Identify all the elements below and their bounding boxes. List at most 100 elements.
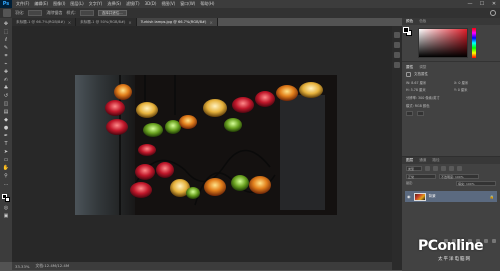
blur-tool-icon[interactable]: ◆ — [3, 118, 10, 123]
history-panel-icon[interactable] — [394, 32, 400, 38]
tab-paths[interactable]: 路径 — [432, 158, 439, 163]
watermark-brand: PConline — [418, 238, 484, 254]
properties-panel-icon[interactable] — [394, 42, 400, 48]
quick-mask-icon[interactable]: ◎ — [3, 206, 10, 211]
eyedropper-tool-icon[interactable]: ⌁ — [3, 62, 10, 67]
filter-shape-icon[interactable] — [449, 166, 454, 171]
style-label: 样式: — [66, 10, 76, 15]
menu-item-type[interactable]: 文字(Y) — [89, 1, 103, 7]
height-field[interactable]: H: 5.78 厘米 — [406, 87, 448, 92]
close-button[interactable]: ✕ — [490, 0, 498, 8]
adjustments-panel-icon[interactable] — [394, 52, 400, 58]
tab-channels[interactable]: 通道 — [419, 158, 426, 163]
select-and-mask-button[interactable]: 选择并遮住... — [97, 10, 127, 16]
layer-filter-select[interactable]: 类型 — [406, 166, 422, 171]
zoom-tool-icon[interactable]: ⚲ — [3, 174, 10, 179]
hue-slider[interactable] — [472, 28, 476, 58]
grid-button[interactable] — [417, 111, 424, 116]
menu-item-help[interactable]: 帮助(H) — [200, 1, 214, 7]
gradient-tool-icon[interactable]: ▤ — [3, 110, 10, 115]
menu-item-3d[interactable]: 3D(D) — [145, 1, 157, 7]
layer-name[interactable]: 背景 — [429, 194, 436, 199]
new-layer-icon[interactable] — [484, 239, 488, 243]
watermark-sub: 太平洋电脑网 — [438, 257, 471, 262]
menu-item-layer[interactable]: 图层(L) — [70, 1, 83, 7]
fill-field[interactable]: 填充: 100% — [456, 181, 496, 186]
minimize-button[interactable]: — — [466, 0, 474, 8]
blend-mode-select[interactable]: 正常 — [406, 174, 436, 179]
style-select[interactable] — [79, 10, 94, 16]
menu-item-edit[interactable]: 编辑(E) — [34, 1, 48, 7]
type-tool-icon[interactable]: T — [3, 142, 10, 147]
properties-title: 文档属性 — [414, 72, 428, 76]
tab-layers[interactable]: 图层 — [406, 158, 413, 163]
tab-document-3[interactable]: Turkish lamps.jpg @ 66.7%(RGB/8#) × — [136, 18, 218, 26]
menu-item-select[interactable]: 选择(S) — [107, 1, 121, 7]
menu-item-filter[interactable]: 滤镜(T) — [126, 1, 140, 7]
styles-panel-icon[interactable] — [394, 62, 400, 68]
hand-tool-icon[interactable]: ✋ — [3, 166, 10, 171]
y-field[interactable]: Y: 0 厘米 — [454, 87, 496, 92]
lamps-photo — [75, 75, 337, 215]
more-tools-icon[interactable]: … — [3, 182, 10, 187]
document-size[interactable]: 文档:12.4M/12.4M — [35, 263, 69, 269]
right-panel-dock: 颜色 色板 属性 调整 文档属性 W: 8.67 厘米 X: 0 厘米 H: 5… — [402, 18, 500, 271]
search-icon[interactable] — [490, 10, 496, 16]
tab-document-2[interactable]: 未标题-1 @ 50%(RGB/8#) × — [76, 18, 137, 26]
feather-input[interactable] — [28, 10, 43, 16]
document-image[interactable] — [75, 75, 337, 215]
eraser-tool-icon[interactable]: ◫ — [3, 102, 10, 107]
tab-color[interactable]: 颜色 — [406, 19, 413, 24]
move-tool-icon[interactable]: ✥ — [3, 22, 10, 27]
marquee-tool-icon[interactable]: ⬚ — [3, 30, 10, 35]
canvas-area[interactable] — [12, 26, 392, 262]
tab-adjustments[interactable]: 调整 — [419, 65, 426, 70]
lasso-tool-icon[interactable]: ℓ — [3, 38, 10, 43]
layer-row-background[interactable]: ◉ 背景 🔒 — [405, 191, 497, 202]
pen-tool-icon[interactable]: ✒ — [3, 134, 10, 139]
dodge-tool-icon[interactable]: ● — [3, 126, 10, 131]
menu-item-view[interactable]: 视图(V) — [161, 1, 175, 7]
antialias-label[interactable]: 消除锯齿 — [46, 10, 62, 16]
properties-tabs: 属性 调整 — [406, 64, 496, 71]
maximize-button[interactable]: ☐ — [478, 0, 486, 8]
opacity-field[interactable]: 不透明度: 100% — [439, 174, 479, 179]
close-icon[interactable]: × — [209, 20, 212, 25]
guides-button[interactable] — [406, 111, 413, 116]
background-color-swatch[interactable] — [4, 197, 10, 202]
shape-tool-icon[interactable]: ▭ — [3, 158, 10, 163]
quick-select-tool-icon[interactable]: ✎ — [3, 46, 10, 51]
properties-header: 文档属性 — [406, 71, 496, 78]
history-brush-tool-icon[interactable]: ↺ — [3, 94, 10, 99]
zoom-level[interactable]: 33.33% — [15, 264, 29, 269]
filter-pixel-icon[interactable] — [425, 166, 430, 171]
path-select-tool-icon[interactable]: ➤ — [3, 150, 10, 155]
visibility-eye-icon[interactable]: ◉ — [407, 194, 411, 199]
screen-mode-icon[interactable]: ▣ — [3, 214, 10, 219]
crop-tool-icon[interactable]: ⌗ — [3, 54, 10, 59]
filter-smart-object-icon[interactable] — [457, 166, 462, 171]
close-icon[interactable]: × — [68, 20, 71, 25]
menu-item-image[interactable]: 图像(I) — [53, 1, 65, 7]
color-picker-field[interactable] — [418, 28, 468, 58]
tab-swatches[interactable]: 色板 — [419, 19, 426, 24]
tab-label: 未标题-1 @ 50%(RGB/8#) — [80, 19, 126, 24]
marquee-tool-icon[interactable] — [3, 9, 11, 17]
clone-stamp-tool-icon[interactable]: ♣ — [3, 86, 10, 91]
tab-document-1[interactable]: 未标题-1 @ 66.7%(RGB/8#) × — [12, 18, 77, 26]
tab-properties[interactable]: 属性 — [406, 65, 413, 70]
width-field[interactable]: W: 8.67 厘米 — [406, 80, 448, 85]
brush-tool-icon[interactable]: ✍ — [3, 78, 10, 83]
delete-layer-icon[interactable] — [492, 239, 496, 243]
close-icon[interactable]: × — [128, 20, 131, 25]
menu-item-window[interactable]: 窗口(W) — [180, 1, 195, 7]
foreground-color-swatch[interactable] — [403, 27, 409, 33]
filter-adjustment-icon[interactable] — [433, 166, 438, 171]
x-field[interactable]: X: 0 厘米 — [454, 80, 496, 85]
filter-type-icon[interactable] — [441, 166, 446, 171]
menu-item-file[interactable]: 文件(F) — [16, 1, 29, 7]
lock-label: 锁定: — [406, 181, 414, 185]
color-swatches[interactable] — [1, 194, 11, 203]
document-tabs: 未标题-1 @ 66.7%(RGB/8#) × 未标题-1 @ 50%(RGB/8… — [12, 18, 218, 26]
healing-brush-tool-icon[interactable]: ✚ — [3, 70, 10, 75]
